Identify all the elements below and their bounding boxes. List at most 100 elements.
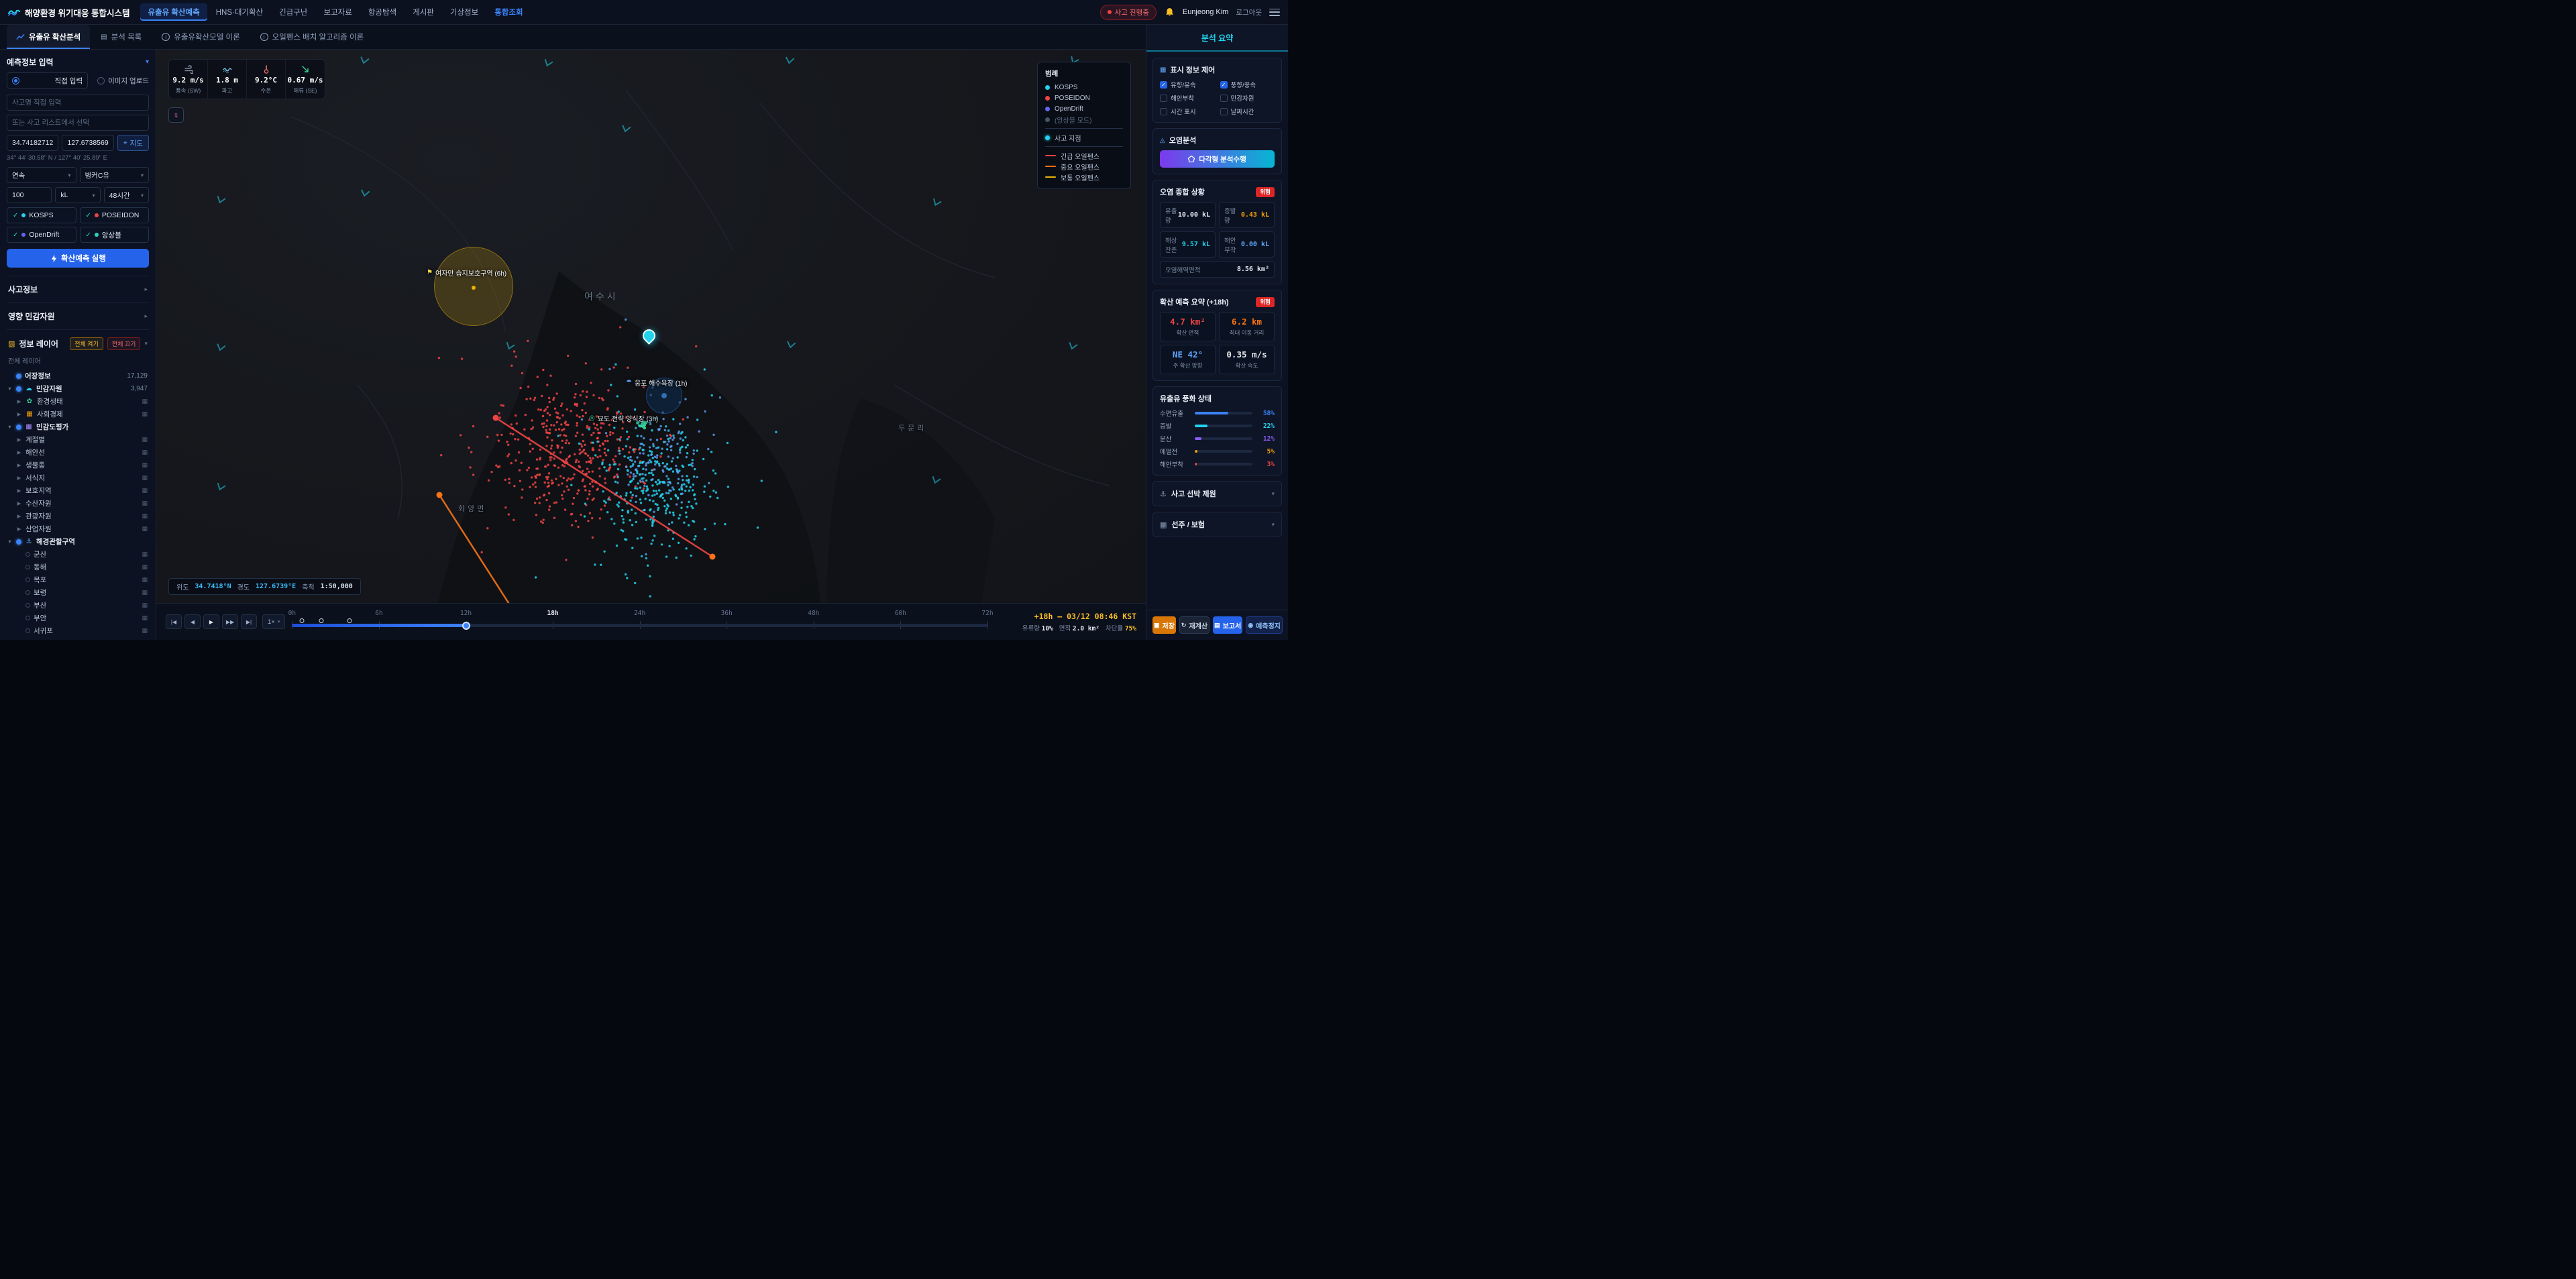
layer-toggle[interactable] bbox=[25, 603, 30, 608]
timeline-event-marker[interactable] bbox=[299, 618, 305, 623]
grid-icon[interactable]: ▦ bbox=[142, 398, 148, 405]
action-button-예측정지[interactable]: ◉ 예측정지 bbox=[1246, 616, 1283, 634]
logout-button[interactable]: 로그아웃 bbox=[1236, 7, 1262, 17]
layer-tree-item[interactable]: 부안 ▦ bbox=[7, 612, 149, 624]
unit-select[interactable]: kL ▾ bbox=[55, 187, 101, 203]
nav-item[interactable]: 통합조회 bbox=[487, 3, 530, 21]
display-option-checkbox[interactable]: 시간 표시 bbox=[1160, 107, 1215, 116]
action-button-저장[interactable]: ▣ 저장 bbox=[1152, 616, 1176, 634]
nav-item[interactable]: 항공탐색 bbox=[361, 3, 404, 21]
action-button-재계산[interactable]: ↻ 재계산 bbox=[1179, 616, 1210, 634]
grid-icon[interactable]: ▦ bbox=[142, 589, 148, 596]
layer-tree-item[interactable]: ▶ 산업자원 ▦ bbox=[7, 522, 149, 535]
radio-image-upload[interactable]: 이미지 업로드 bbox=[97, 72, 149, 89]
grid-icon[interactable]: ▦ bbox=[142, 576, 148, 583]
incident-name-input[interactable] bbox=[7, 95, 149, 111]
display-option-checkbox[interactable]: 날짜시간 bbox=[1220, 107, 1275, 116]
grid-icon[interactable]: ▦ bbox=[142, 602, 148, 609]
longitude-input[interactable] bbox=[62, 135, 114, 151]
run-prediction-button[interactable]: 확산예측 실행 bbox=[7, 249, 149, 268]
model-chip-kosps[interactable]: ✓ KOSPS bbox=[7, 207, 76, 223]
timeline-event-marker[interactable] bbox=[347, 618, 352, 623]
layer-toggle[interactable] bbox=[16, 373, 21, 379]
layer-tree-item[interactable]: ▶ 생물종 ▦ bbox=[7, 459, 149, 471]
layer-tree-item[interactable]: 서귀포 ▦ bbox=[7, 624, 149, 637]
map-canvas[interactable]: 9.2 m/s 풍속 (SW) 1.8 m 파고 9.2°C 수온 0.67 m/s 해류 (… bbox=[156, 50, 1146, 603]
timeline-handle[interactable] bbox=[462, 621, 470, 630]
user-name[interactable]: Eunjeong Kim bbox=[1183, 8, 1229, 16]
grid-icon[interactable]: ▦ bbox=[142, 500, 148, 507]
chevron-down-icon[interactable]: ▾ bbox=[146, 58, 149, 66]
timeline-track[interactable]: 0h 6h 12h 18h 24h 36h 48h 60h 72h bbox=[288, 610, 994, 634]
grid-icon[interactable]: ▦ bbox=[142, 563, 148, 571]
summary-collapsed-사고 선박 제원[interactable]: ⚓ 사고 선박 제원 ▾ bbox=[1152, 481, 1282, 506]
nav-item[interactable]: 긴급구난 bbox=[272, 3, 315, 21]
tab[interactable]: ▤ 분석 목록 bbox=[91, 25, 151, 49]
layer-toggle[interactable] bbox=[16, 424, 21, 430]
display-option-checkbox[interactable]: 해안부착 bbox=[1160, 93, 1215, 103]
amount-input[interactable] bbox=[7, 187, 52, 203]
speed-select[interactable]: 1× ▾ bbox=[262, 614, 286, 629]
summary-collapsed-선주 / 보험[interactable]: ▦ 선주 / 보험 ▾ bbox=[1152, 512, 1282, 537]
skip-end-button[interactable]: ▶| bbox=[241, 614, 257, 629]
gender-layer-chip[interactable]: ♀ bbox=[168, 107, 184, 123]
duration-select[interactable]: 48시간 ▾ bbox=[103, 187, 149, 203]
grid-icon[interactable]: ▦ bbox=[142, 512, 148, 520]
grid-icon[interactable]: ▦ bbox=[142, 474, 148, 482]
model-chip-poseidon[interactable]: ✓ POSEIDON bbox=[79, 207, 149, 223]
model-chip-opendrift[interactable]: ✓ OpenDrift bbox=[7, 227, 76, 243]
layer-toggle[interactable] bbox=[16, 539, 21, 545]
chevron-down-icon[interactable]: ▾ bbox=[144, 340, 148, 347]
layer-tree-item[interactable]: ▶ 서식지 ▦ bbox=[7, 471, 149, 484]
layer-toggle[interactable] bbox=[25, 590, 30, 595]
layer-tree-item[interactable]: ▶ 해안선 ▦ bbox=[7, 446, 149, 459]
layer-toggle[interactable] bbox=[25, 577, 30, 582]
grid-icon[interactable]: ▦ bbox=[142, 627, 148, 634]
layer-tree-item[interactable]: 어장정보 17,129 bbox=[7, 370, 149, 382]
grid-icon[interactable]: ▦ bbox=[142, 436, 148, 443]
bell-icon[interactable] bbox=[1164, 7, 1175, 18]
nav-item[interactable]: 유출유 확산예측 bbox=[140, 3, 207, 21]
left-sidebar[interactable]: 예측정보 입력 ▾ 직접 입력 이미지 업로드 ⌖지도 34° 44' 30. bbox=[0, 50, 156, 640]
timeline-event-marker[interactable] bbox=[319, 618, 324, 623]
timeline-bar-track[interactable] bbox=[292, 624, 987, 627]
map-marker-label[interactable]: ☂ 웅포 해수욕장 (1h) bbox=[626, 378, 688, 388]
layer-toggle[interactable] bbox=[25, 628, 30, 633]
layer-tree-item[interactable]: ▶ ✿ 환경생태 ▦ bbox=[7, 395, 149, 408]
model-chip-앙상블[interactable]: ✓ 앙상블 bbox=[79, 227, 149, 243]
layer-toggle[interactable] bbox=[25, 552, 30, 557]
layer-tree-item[interactable]: 군산 ▦ bbox=[7, 548, 149, 561]
layer-toggle[interactable] bbox=[16, 386, 21, 392]
oil-type-select[interactable]: 벙커C유 ▾ bbox=[79, 167, 149, 183]
display-option-checkbox[interactable]: ✓ 유향/유속 bbox=[1160, 80, 1215, 89]
latitude-input[interactable] bbox=[7, 135, 59, 151]
layer-tree-item[interactable]: ▶ 수산자원 ▦ bbox=[7, 497, 149, 510]
map-pick-button[interactable]: ⌖ 지도 bbox=[117, 135, 149, 151]
layer-tree-item[interactable]: ▶ ▦ 사회경제 ▦ bbox=[7, 408, 149, 421]
nav-item[interactable]: 보고자료 bbox=[316, 3, 359, 21]
nav-item[interactable]: 기상정보 bbox=[443, 3, 486, 21]
skip-start-button[interactable]: |◀ bbox=[166, 614, 182, 629]
radio-direct-input[interactable]: 직접 입력 bbox=[7, 72, 89, 89]
layer-tree-item[interactable]: ▼ ⚓ 해경관할구역 bbox=[7, 535, 149, 548]
menu-hamburger-icon[interactable] bbox=[1269, 8, 1280, 16]
layer-toggle[interactable] bbox=[25, 565, 30, 569]
spill-type-select[interactable]: 연속 ▾ bbox=[7, 167, 76, 183]
grid-icon[interactable]: ▦ bbox=[142, 461, 148, 469]
layer-tree-item[interactable]: ▼ ▦ 민감도평가 bbox=[7, 421, 149, 433]
grid-icon[interactable]: ▦ bbox=[142, 525, 148, 533]
layer-toggle[interactable] bbox=[25, 616, 30, 620]
summary-tab[interactable]: 분석 요약 bbox=[1146, 25, 1288, 52]
grid-icon[interactable]: ▦ bbox=[142, 487, 148, 494]
predict-input-header[interactable]: 예측정보 입력 ▾ bbox=[7, 56, 149, 68]
layers-all-on-button[interactable]: 전체 켜기 bbox=[70, 337, 103, 350]
display-option-checkbox[interactable]: ✓ 풍향/풍속 bbox=[1220, 80, 1275, 89]
tab[interactable]: 유출유 확산분석 bbox=[7, 25, 91, 49]
fast-forward-button[interactable]: ▶▶ bbox=[222, 614, 238, 629]
sidebar-section-사고정보[interactable]: 사고정보 ▸ bbox=[7, 276, 149, 302]
nav-item[interactable]: HNS·대기확산 bbox=[209, 3, 270, 21]
layer-tree-item[interactable]: 보령 ▦ bbox=[7, 586, 149, 599]
action-button-보고서[interactable]: ▤ 보고서 bbox=[1213, 616, 1243, 634]
sidebar-section-영향 민감자원[interactable]: 영향 민감자원 ▸ bbox=[7, 302, 149, 329]
layer-tree-item[interactable]: 동해 ▦ bbox=[7, 561, 149, 573]
